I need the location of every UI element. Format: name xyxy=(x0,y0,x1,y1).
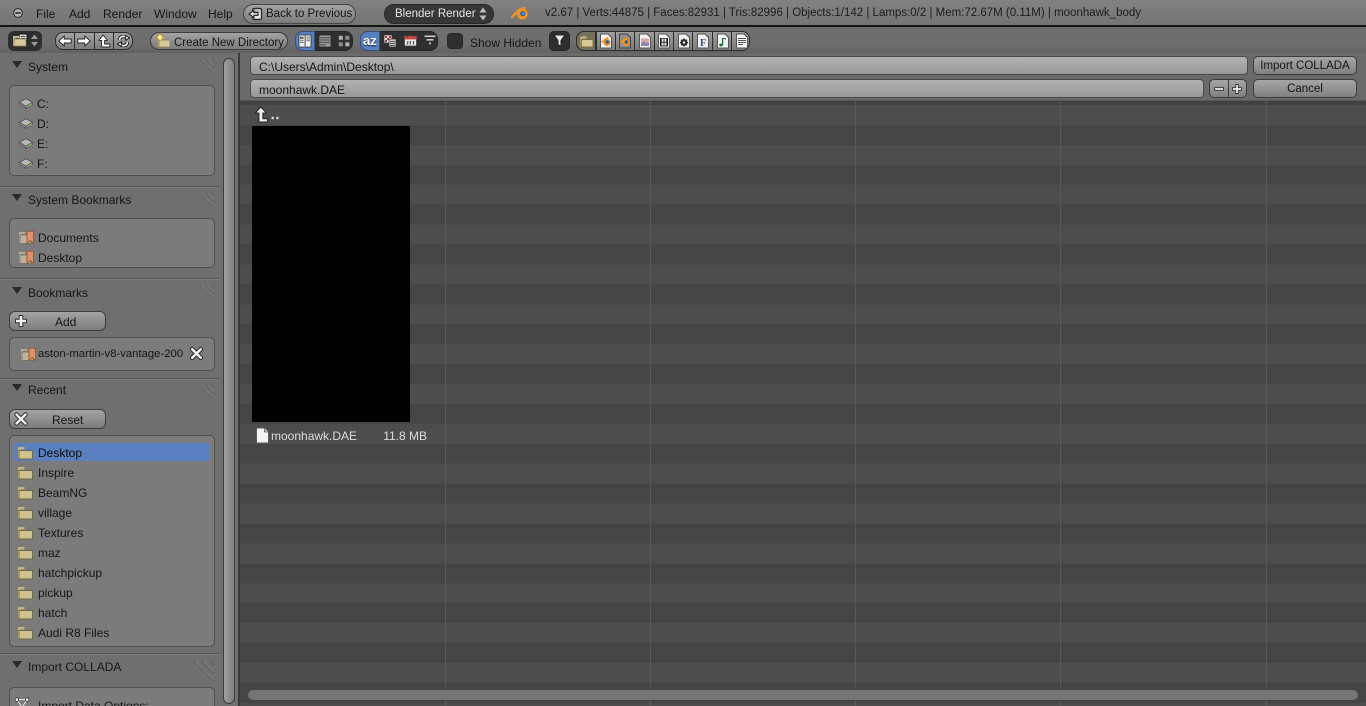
svg-text:F: F xyxy=(700,38,706,49)
